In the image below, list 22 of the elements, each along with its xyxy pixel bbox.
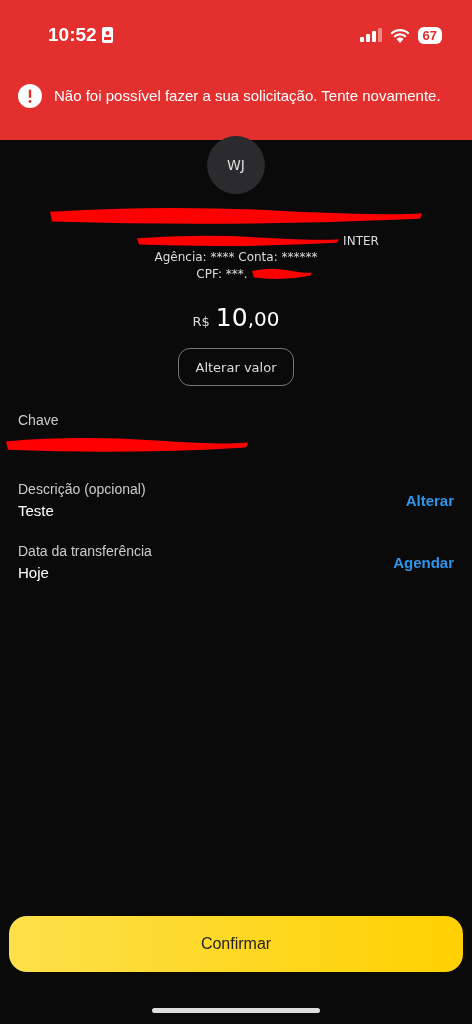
field-value: Teste (18, 502, 55, 519)
currency: R$ (192, 314, 210, 329)
action-link[interactable]: Alterar (405, 491, 454, 509)
change-amount-button[interactable]: Alterar valor (178, 348, 294, 386)
branch-account: Agência: **** Conta: ****** (154, 250, 318, 265)
bank-name: INTER (343, 233, 379, 249)
cpf: CPF: ***. (196, 266, 248, 282)
avatar: WJ (207, 136, 265, 194)
field-label: Data da transferência (18, 543, 153, 559)
alert-icon (18, 84, 42, 108)
battery-indicator: 67 (417, 26, 442, 44)
clock: 10:52 (48, 24, 97, 46)
id-card-icon (101, 27, 113, 43)
signal-icon (359, 28, 382, 42)
confirm-button[interactable]: Confirmar (9, 916, 463, 972)
field-value: Hoje (18, 564, 50, 581)
amount: 10,00 (215, 303, 280, 332)
error-message: Não foi possível fazer a sua solicitação. Tente novamente. (54, 86, 441, 106)
wifi-icon (389, 27, 410, 43)
field-label: Chave (18, 412, 60, 428)
action-link[interactable]: Agendar (393, 553, 454, 571)
field-label: Descrição (opcional) (18, 481, 147, 497)
